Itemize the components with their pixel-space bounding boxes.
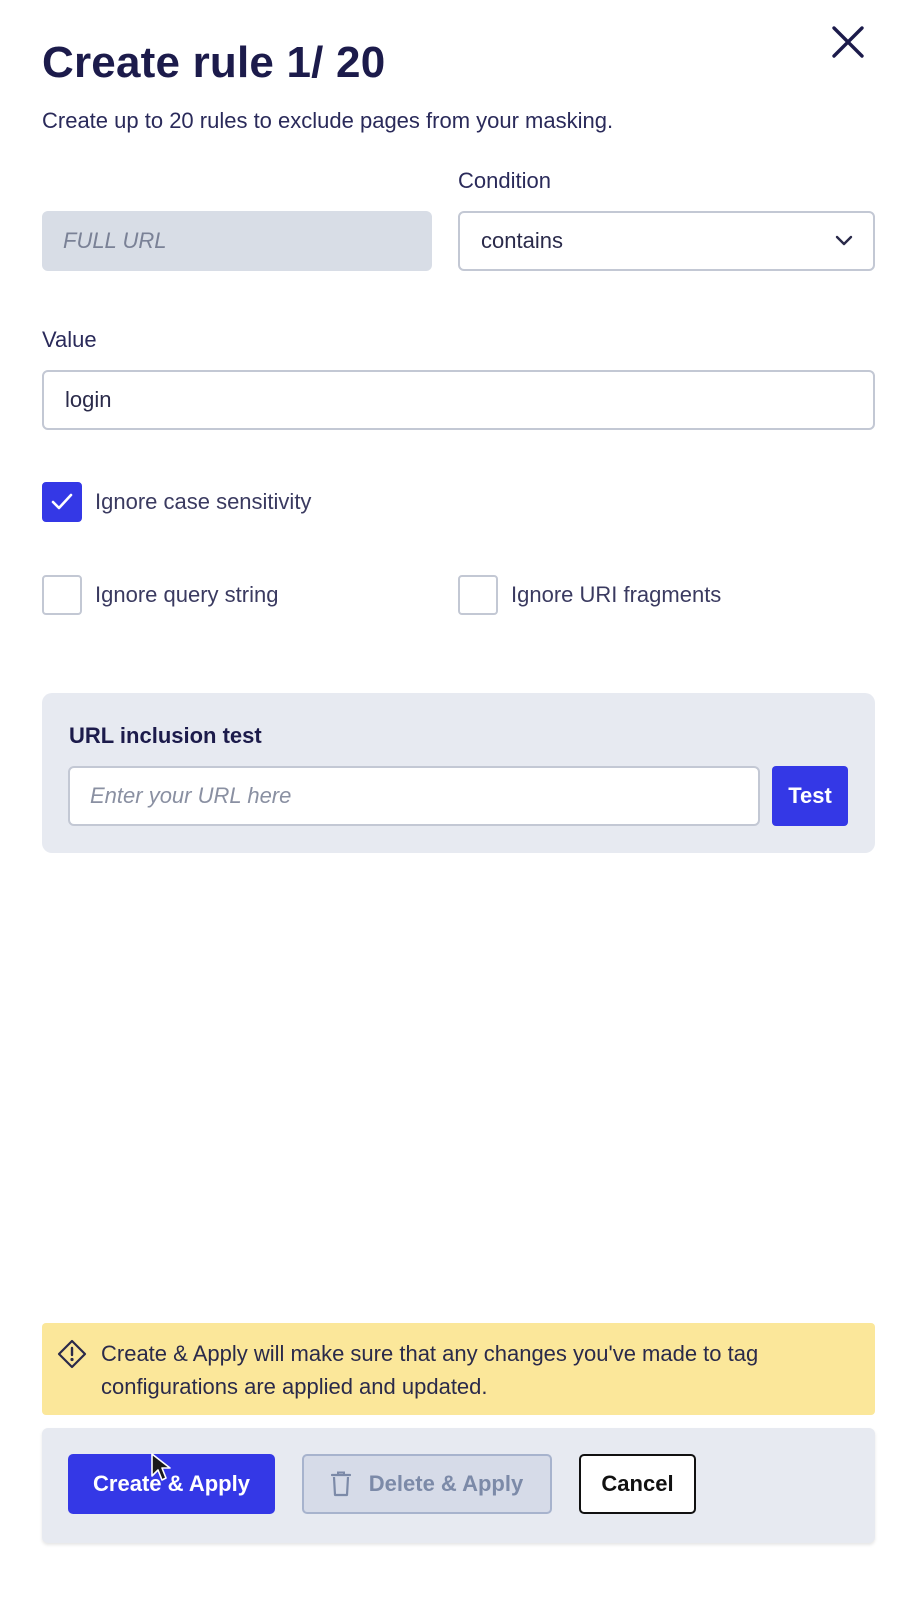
field-placeholder: FULL URL: [63, 228, 167, 253]
condition-label: Condition: [458, 168, 551, 193]
ignore-query-checkbox[interactable]: [42, 575, 82, 615]
value-text: login: [65, 387, 112, 412]
dialog-title: Create rule 1/ 20: [42, 38, 386, 87]
url-test-placeholder: Enter your URL here: [90, 783, 292, 808]
trash-icon: [330, 1471, 351, 1497]
ignore-case-checkbox[interactable]: [42, 482, 82, 522]
value-input[interactable]: login: [42, 370, 875, 430]
ignore-uri-fragments-checkbox[interactable]: [458, 575, 498, 615]
warning-diamond-icon: [57, 1339, 87, 1369]
dialog-footer: Create & Apply Delete & Apply Cancel: [42, 1428, 875, 1543]
delete-apply-label: Delete & Apply: [368, 1471, 524, 1496]
url-test-title: URL inclusion test: [69, 723, 262, 748]
condition-select[interactable]: contains: [458, 211, 875, 271]
ignore-uri-fragments-option[interactable]: Ignore URI fragments: [458, 575, 721, 615]
value-label: Value: [42, 327, 97, 352]
ignore-uri-fragments-label: Ignore URI fragments: [511, 582, 722, 607]
condition-value: contains: [481, 228, 563, 253]
ignore-query-label: Ignore query string: [95, 582, 279, 607]
field-select-disabled: FULL URL: [42, 211, 432, 271]
ignore-query-option[interactable]: Ignore query string: [42, 575, 278, 615]
cancel-button[interactable]: Cancel: [579, 1454, 696, 1514]
chevron-down-icon: [835, 235, 853, 246]
notice-text: Create & Apply will make sure that any c…: [101, 1341, 759, 1399]
create-rule-dialog: Create rule 1/ 20 Create up to 20 rules …: [0, 0, 921, 1600]
ignore-case-option[interactable]: Ignore case sensitivity: [42, 482, 311, 522]
checkmark-icon: [51, 493, 73, 510]
ignore-case-label: Ignore case sensitivity: [95, 489, 312, 514]
apply-notice: Create & Apply will make sure that any c…: [42, 1323, 875, 1415]
dialog-subtitle: Create up to 20 rules to exclude pages f…: [42, 108, 614, 133]
delete-apply-button[interactable]: Delete & Apply: [302, 1454, 552, 1514]
close-button[interactable]: [826, 20, 870, 64]
close-icon: [832, 26, 864, 58]
mouse-cursor-icon: [151, 1453, 171, 1481]
url-inclusion-test-card: URL inclusion test Enter your URL here T…: [42, 693, 875, 853]
test-button[interactable]: Test: [772, 766, 848, 826]
url-test-input[interactable]: Enter your URL here: [68, 766, 760, 826]
